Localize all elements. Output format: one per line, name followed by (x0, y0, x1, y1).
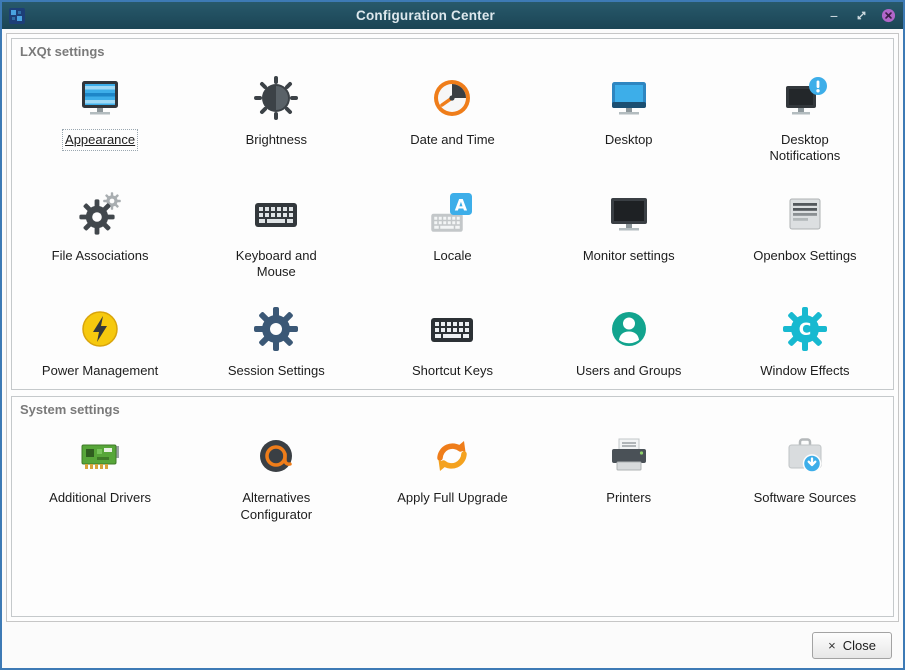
settings-item-openbox-settings[interactable]: Openbox Settings (717, 175, 893, 291)
settings-item-label: Window Effects (760, 363, 849, 379)
system-settings-grid: Additional Drivers Alternatives Configur… (12, 417, 893, 533)
settings-item-alternatives-configurator[interactable]: Alternatives Configurator (188, 417, 364, 533)
settings-item-brightness[interactable]: Brightness (188, 59, 364, 175)
settings-item-label: Date and Time (410, 132, 495, 148)
settings-item-desktop[interactable]: Desktop (541, 59, 717, 175)
settings-item-additional-drivers[interactable]: Additional Drivers (12, 417, 188, 533)
window-title: Configuration Center (31, 8, 820, 23)
settings-item-label: Appearance (65, 132, 135, 148)
openbox-icon (781, 190, 829, 238)
configuration-center-window: Configuration Center − LXQt settings (0, 0, 905, 670)
user-icon (605, 305, 653, 353)
settings-item-desktop-notifications[interactable]: Desktop Notifications (717, 59, 893, 175)
settings-scroll-area: LXQt settings Appearance Brightness (6, 33, 899, 622)
settings-item-date-time[interactable]: Date and Time (364, 59, 540, 175)
group-system-settings: System settings Additional Drivers Alter… (11, 396, 894, 617)
brightness-icon (252, 74, 300, 122)
settings-item-users-groups[interactable]: Users and Groups (541, 290, 717, 389)
appearance-icon (76, 74, 124, 122)
svg-text:C: C (799, 320, 811, 340)
lxqt-settings-grid: Appearance Brightness Date and Time (12, 59, 893, 389)
desktop-icon (605, 74, 653, 122)
power-icon (76, 305, 124, 353)
titlebar[interactable]: Configuration Center − (2, 2, 903, 29)
window-icon (9, 8, 25, 24)
settings-item-shortcut-keys[interactable]: Shortcut Keys (364, 290, 540, 389)
settings-item-file-associations[interactable]: File Associations (12, 175, 188, 291)
settings-item-label: File Associations (52, 248, 149, 264)
settings-item-locale[interactable]: A Locale (364, 175, 540, 291)
content-area: LXQt settings Appearance Brightness (2, 29, 903, 622)
locale-icon: A (428, 190, 476, 238)
maximize-button[interactable] (853, 8, 869, 24)
clock-icon (428, 74, 476, 122)
printer-icon (605, 432, 653, 480)
settings-item-label: Desktop (605, 132, 653, 148)
window-effects-gear-icon: C (781, 305, 829, 353)
gears-icon (76, 190, 124, 238)
settings-item-label: Brightness (246, 132, 307, 148)
alternatives-icon (252, 432, 300, 480)
settings-item-label: Software Sources (754, 490, 857, 506)
settings-item-window-effects[interactable]: C Window Effects (717, 290, 893, 389)
driver-card-icon (76, 432, 124, 480)
close-button-label: Close (843, 638, 876, 653)
minimize-button[interactable]: − (826, 8, 842, 24)
settings-item-label: Alternatives Configurator (229, 490, 324, 523)
close-icon: × (828, 638, 836, 653)
settings-item-monitor-settings[interactable]: Monitor settings (541, 175, 717, 291)
shortcut-keyboard-icon (428, 305, 476, 353)
keyboard-icon (252, 190, 300, 238)
settings-item-appearance[interactable]: Appearance (12, 59, 188, 175)
settings-item-label: Locale (433, 248, 471, 264)
settings-item-label: Shortcut Keys (412, 363, 493, 379)
settings-item-label: Additional Drivers (49, 490, 151, 506)
settings-item-label: Desktop Notifications (757, 132, 852, 165)
svg-text:A: A (455, 195, 468, 214)
settings-item-session-settings[interactable]: Session Settings (188, 290, 364, 389)
upgrade-refresh-icon (428, 432, 476, 480)
settings-item-label: Monitor settings (583, 248, 675, 264)
group-lxqt-settings: LXQt settings Appearance Brightness (11, 38, 894, 390)
settings-item-power-management[interactable]: Power Management (12, 290, 188, 389)
settings-item-keyboard-mouse[interactable]: Keyboard and Mouse (188, 175, 364, 291)
settings-item-apply-full-upgrade[interactable]: Apply Full Upgrade (364, 417, 540, 533)
settings-item-label: Openbox Settings (753, 248, 856, 264)
monitor-icon (605, 190, 653, 238)
settings-item-label: Printers (606, 490, 651, 506)
button-row: × Close (2, 622, 903, 668)
group-title-lxqt: LXQt settings (12, 39, 893, 59)
settings-item-printers[interactable]: Printers (541, 417, 717, 533)
settings-item-label: Session Settings (228, 363, 325, 379)
group-title-system: System settings (12, 397, 893, 417)
close-window-button[interactable] (880, 8, 896, 24)
settings-item-label: Keyboard and Mouse (229, 248, 324, 281)
close-button[interactable]: × Close (812, 632, 892, 659)
session-gear-icon (252, 305, 300, 353)
settings-item-label: Power Management (42, 363, 158, 379)
desktop-notifications-icon (781, 74, 829, 122)
settings-item-software-sources[interactable]: Software Sources (717, 417, 893, 533)
settings-item-label: Apply Full Upgrade (397, 490, 508, 506)
software-sources-icon (781, 432, 829, 480)
settings-item-label: Users and Groups (576, 363, 682, 379)
